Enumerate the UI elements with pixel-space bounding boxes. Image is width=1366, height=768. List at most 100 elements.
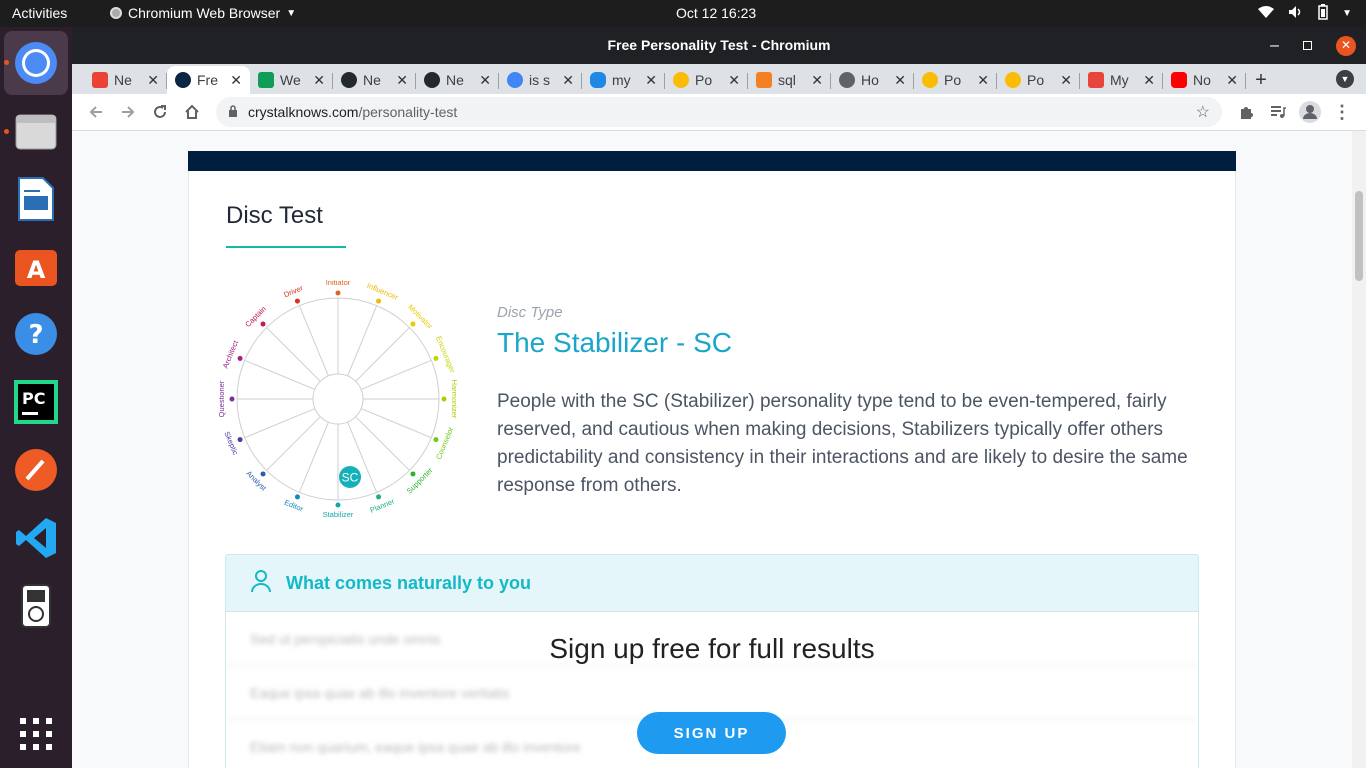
- app-menu[interactable]: Chromium Web Browser ▼: [110, 5, 296, 21]
- wheel-marker: [410, 321, 416, 327]
- window-titlebar[interactable]: Free Personality Test - Chromium – ✕: [72, 27, 1366, 64]
- close-tab-icon[interactable]: ✕: [728, 72, 740, 89]
- media-player-icon[interactable]: [12, 582, 60, 630]
- app-center-icon[interactable]: A: [12, 242, 60, 290]
- chromium-small-icon: [110, 7, 122, 19]
- bookmark-star-icon[interactable]: ☆: [1196, 102, 1210, 122]
- close-tab-icon[interactable]: ✕: [1226, 72, 1238, 89]
- wheel-label-questioner: Questioner: [219, 380, 226, 417]
- close-tab-icon[interactable]: ✕: [645, 72, 657, 89]
- show-apps-icon[interactable]: [12, 710, 60, 758]
- wheel-label-counselor: Counselor: [434, 425, 456, 460]
- scrollbar-thumb[interactable]: [1355, 191, 1363, 281]
- close-window-button[interactable]: ✕: [1336, 35, 1356, 56]
- wheel-marker: [294, 494, 300, 500]
- close-tab-icon[interactable]: ✕: [230, 72, 242, 89]
- menu-kebab-icon[interactable]: ⋮: [1326, 96, 1358, 128]
- extensions-puzzle-icon[interactable]: [1230, 96, 1262, 128]
- close-tab-icon[interactable]: ✕: [811, 72, 823, 89]
- files-icon[interactable]: [12, 107, 60, 155]
- forward-arrow-icon[interactable]: [112, 96, 144, 128]
- tab[interactable]: No ✕: [1163, 66, 1246, 94]
- svg-text:?: ?: [28, 320, 43, 350]
- url-host: crystalknows.com: [248, 104, 359, 120]
- tab[interactable]: sql ✕: [748, 66, 831, 94]
- wheel-label-stabilizer: Stabilizer: [323, 510, 354, 519]
- signup-button[interactable]: SIGN UP: [637, 712, 786, 754]
- page-scrollbar[interactable]: [1352, 131, 1366, 768]
- title-underline: [226, 246, 346, 248]
- clock[interactable]: Oct 12 16:23: [676, 5, 756, 21]
- globe-favicon-icon: [839, 72, 855, 88]
- address-bar[interactable]: crystalknows.com/personality-test ☆: [216, 97, 1222, 127]
- svg-text:A: A: [27, 256, 46, 284]
- tab[interactable]: Ne ✕: [416, 66, 499, 94]
- close-tab-icon[interactable]: ✕: [479, 72, 491, 89]
- youtube-favicon-icon: [1171, 72, 1187, 88]
- app-name: Chromium Web Browser: [128, 5, 281, 21]
- tab[interactable]: Po ✕: [997, 66, 1080, 94]
- tab[interactable]: is s ✕: [499, 66, 582, 94]
- tab[interactable]: Ne ✕: [84, 66, 167, 94]
- tab[interactable]: Po ✕: [665, 66, 748, 94]
- url-path: /personality-test: [358, 104, 458, 120]
- wheel-marker: [237, 355, 243, 361]
- wheel-label-encourager: Encourager: [434, 335, 457, 375]
- wheel-label-editor: Editor: [283, 498, 305, 514]
- maximize-icon[interactable]: [1303, 41, 1312, 50]
- dock: A ? PC: [0, 27, 72, 768]
- pycharm-icon[interactable]: PC: [12, 378, 60, 426]
- close-tab-icon[interactable]: ✕: [313, 72, 325, 89]
- page-content: Disc Test Initiator Influencer Motivator En…: [72, 131, 1366, 768]
- wheel-marker: [260, 471, 266, 477]
- back-arrow-icon[interactable]: [80, 96, 112, 128]
- wheel-label-motivator: Motivator: [406, 303, 435, 332]
- wheel-marker: [335, 502, 341, 508]
- close-tab-icon[interactable]: ✕: [396, 72, 408, 89]
- wheel-marker: [229, 396, 235, 402]
- close-tab-icon[interactable]: ✕: [894, 72, 906, 89]
- power-menu-chevron-icon: ▼: [1342, 8, 1352, 19]
- tab-search-button[interactable]: ▼: [1336, 70, 1354, 88]
- activities-button[interactable]: Activities: [12, 5, 67, 21]
- tab[interactable]: Ho ✕: [831, 66, 914, 94]
- wifi-icon: [1258, 5, 1275, 22]
- tab[interactable]: my ✕: [582, 66, 665, 94]
- battery-icon: [1318, 4, 1328, 23]
- postman-icon[interactable]: [12, 446, 60, 494]
- new-tab-button[interactable]: +: [1246, 66, 1276, 94]
- writer-icon[interactable]: [12, 175, 60, 223]
- close-tab-icon[interactable]: ✕: [1060, 72, 1072, 89]
- disc-type-name: The Stabilizer - SC: [497, 327, 732, 358]
- wheel-label-initiator: Initiator: [326, 280, 351, 287]
- help-icon[interactable]: ?: [12, 310, 60, 358]
- close-tab-icon[interactable]: ✕: [562, 72, 574, 89]
- browser-toolbar: crystalknows.com/personality-test ☆ ⋮: [72, 94, 1366, 131]
- home-icon[interactable]: [176, 96, 208, 128]
- running-indicator: [4, 129, 9, 134]
- signup-title: Sign up free for full results: [549, 633, 875, 664]
- profile-avatar-icon[interactable]: [1294, 96, 1326, 128]
- wheel-marker: [433, 437, 439, 443]
- tab[interactable]: Po ✕: [914, 66, 997, 94]
- close-tab-icon[interactable]: ✕: [147, 72, 159, 89]
- media-queue-icon[interactable]: [1262, 96, 1294, 128]
- svg-text:PC: PC: [22, 389, 45, 408]
- close-tab-icon[interactable]: ✕: [977, 72, 989, 89]
- minimize-icon[interactable]: –: [1270, 27, 1279, 64]
- close-tab-icon[interactable]: ✕: [1143, 72, 1155, 89]
- tab-active[interactable]: Fre ✕: [167, 66, 250, 94]
- tab[interactable]: We ✕: [250, 66, 333, 94]
- system-tray[interactable]: ▼: [1258, 4, 1352, 23]
- tab[interactable]: Ne ✕: [333, 66, 416, 94]
- accordion-title: What comes naturally to you: [286, 572, 532, 593]
- lock-icon[interactable]: [228, 104, 238, 120]
- tab[interactable]: My ✕: [1080, 66, 1163, 94]
- vscode-icon[interactable]: [12, 514, 60, 562]
- section-title: Disc Test: [226, 202, 323, 229]
- accordion-header[interactable]: What comes naturally to you: [226, 555, 1198, 612]
- wheel-label-architect: Architect: [221, 338, 241, 369]
- reload-icon[interactable]: [144, 96, 176, 128]
- chromium-icon[interactable]: [4, 31, 68, 95]
- colorful-favicon-icon: [922, 72, 938, 88]
